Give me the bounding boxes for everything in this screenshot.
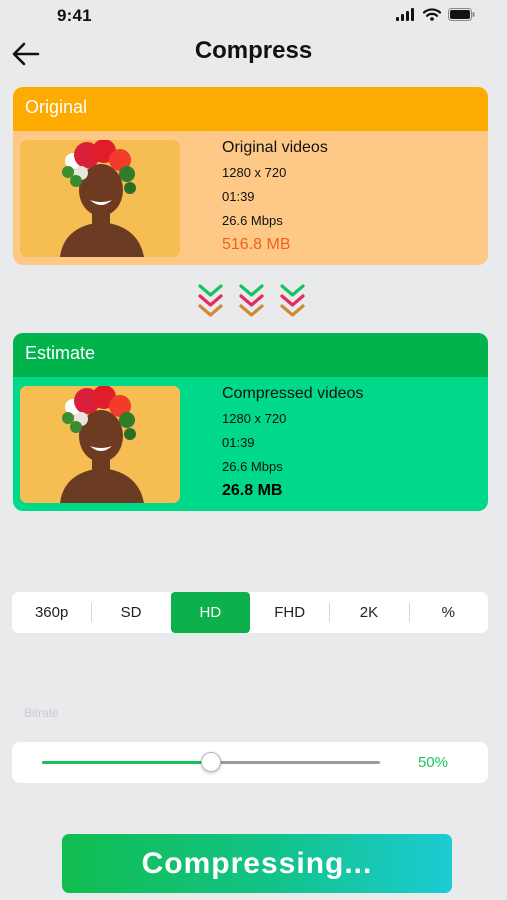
estimate-info: Compressed videos 1280 x 720 01:39 26.6 …: [222, 385, 363, 500]
compress-screen: 9:41 Compress Original Original videos 1…: [0, 0, 507, 900]
original-duration: 01:39: [222, 189, 255, 204]
original-bitrate: 26.6 Mbps: [222, 213, 283, 228]
resolution-option-360p[interactable]: 360p: [12, 592, 91, 633]
bitrate-slider-fill: [42, 761, 211, 764]
compression-arrows: [197, 281, 306, 319]
estimate-section-label: Estimate: [13, 333, 488, 377]
status-icons: [396, 8, 475, 21]
resolution-option-hd[interactable]: HD: [170, 592, 250, 633]
bitrate-slider-track[interactable]: [42, 752, 380, 772]
status-time: 9:41: [57, 6, 92, 25]
original-size: 516.8 MB: [222, 236, 291, 253]
wifi-icon: [423, 8, 441, 21]
bitrate-value: 50%: [417, 754, 448, 771]
estimate-resolution: 1280 x 720: [222, 411, 287, 426]
portrait-image: [20, 140, 180, 257]
estimate-bitrate: 26.6 Mbps: [222, 459, 283, 474]
bitrate-slider-thumb[interactable]: [201, 752, 221, 772]
resolution-option-sd[interactable]: SD: [91, 592, 170, 633]
estimate-size: 26.8 MB: [222, 482, 283, 499]
estimate-title: Compressed videos: [222, 385, 364, 402]
compressing-button[interactable]: Compressing...: [62, 834, 452, 893]
bitrate-slider-container: 50%: [12, 742, 488, 783]
chevron-down-icon: [198, 284, 223, 317]
original-section-label: Original: [13, 87, 488, 131]
estimate-duration: 01:39: [222, 435, 255, 450]
resolution-option-2k[interactable]: 2K: [329, 592, 408, 633]
bitrate-label: Bitrate: [24, 706, 59, 720]
chevron-down-icon: [280, 284, 305, 317]
original-video-thumbnail[interactable]: [20, 140, 180, 257]
original-title: Original videos: [222, 139, 328, 156]
chevron-down-icon: [239, 284, 264, 317]
original-info: Original videos 1280 x 720 01:39 26.6 Mb…: [222, 139, 328, 254]
signal-icon: [396, 8, 414, 21]
resolution-selector: 360p SD HD FHD 2K %: [12, 592, 488, 633]
portrait-image: [20, 386, 180, 503]
resolution-option-percent[interactable]: %: [408, 592, 488, 633]
original-card: Original Original videos 1280 x 720 01:3…: [13, 87, 488, 265]
original-resolution: 1280 x 720: [222, 165, 287, 180]
resolution-option-fhd[interactable]: FHD: [250, 592, 329, 633]
battery-icon: [448, 8, 475, 21]
estimate-video-thumbnail[interactable]: [20, 386, 180, 503]
estimate-card: Estimate Compressed videos 1280 x 720 01…: [13, 333, 488, 511]
page-title: Compress: [194, 37, 313, 64]
